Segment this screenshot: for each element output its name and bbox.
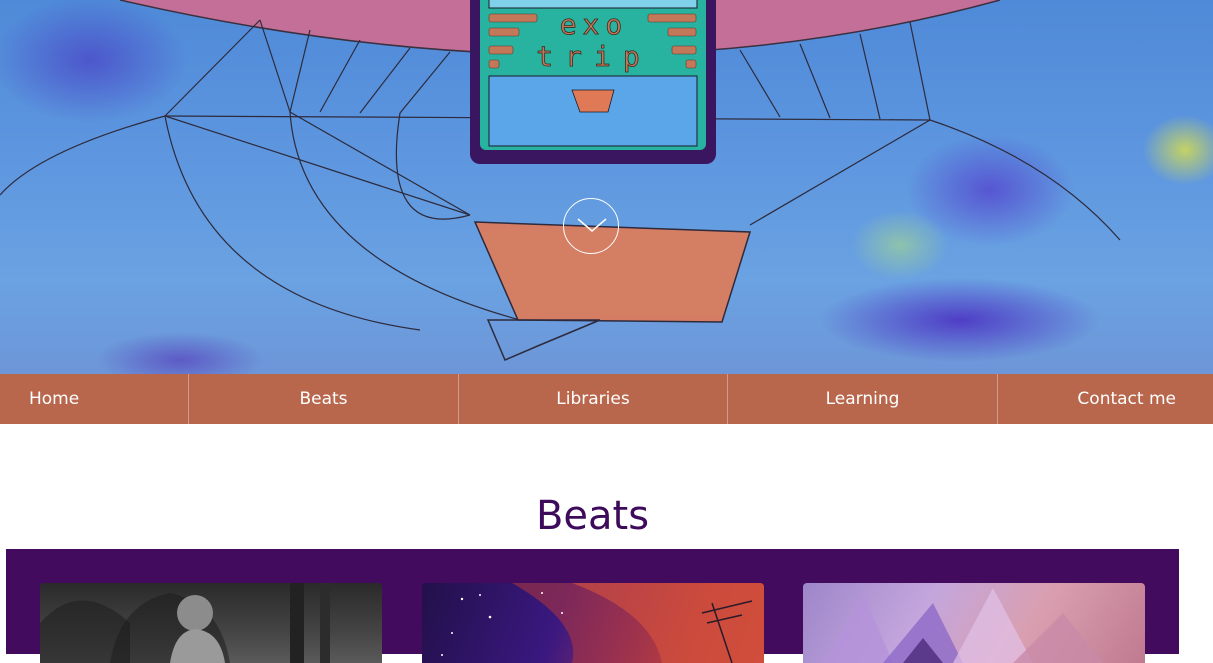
crystals-image bbox=[823, 588, 1103, 663]
nav-item-beats[interactable]: Beats bbox=[188, 374, 458, 424]
nav-item-libraries[interactable]: Libraries bbox=[458, 374, 727, 424]
statue-image bbox=[40, 583, 330, 663]
beat-card-statue[interactable] bbox=[40, 583, 382, 663]
beats-panel bbox=[6, 549, 1179, 663]
section-title: Beats bbox=[535, 493, 650, 539]
night-sky-image bbox=[441, 583, 764, 663]
beat-card-crystals[interactable] bbox=[803, 583, 1145, 663]
airship-illustration: exo trip bbox=[0, 0, 1121, 361]
scroll-down-button[interactable] bbox=[563, 198, 619, 254]
nav-item-learning[interactable]: Learning bbox=[727, 374, 997, 424]
beat-card-night-sky[interactable] bbox=[422, 583, 764, 663]
nav-item-contact[interactable]: Contact me bbox=[997, 374, 1213, 424]
logo-line-trip: trip bbox=[536, 40, 651, 73]
logo-line-exo: exo bbox=[560, 8, 629, 41]
hero-banner: exo trip bbox=[0, 0, 1213, 374]
chevron-down-icon bbox=[577, 218, 607, 232]
nav-item-home[interactable]: Home bbox=[0, 374, 188, 424]
main-nav: Home Beats Libraries Learning Contact me bbox=[0, 374, 1213, 424]
